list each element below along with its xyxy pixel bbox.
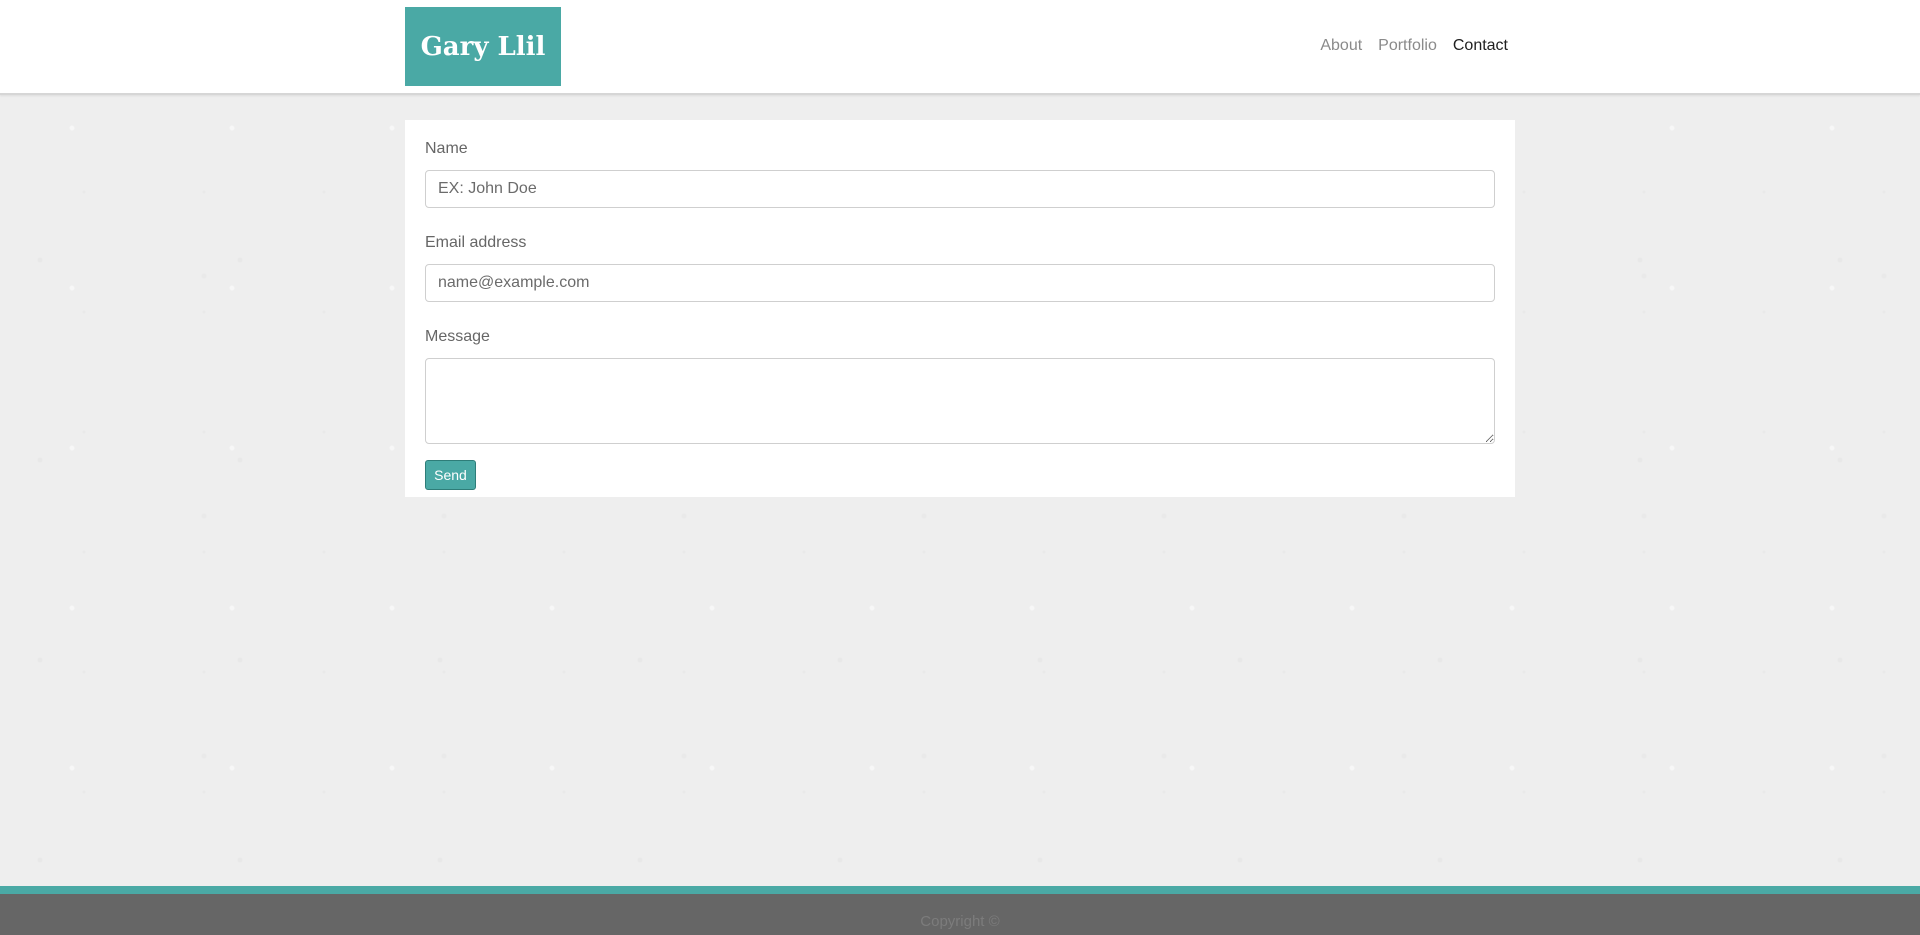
contact-form-panel: Name Email address Message Send — [405, 120, 1515, 497]
email-input[interactable] — [425, 264, 1495, 302]
email-label: Email address — [425, 234, 527, 251]
message-textarea[interactable] — [425, 358, 1495, 444]
message-label: Message — [425, 328, 490, 345]
send-button[interactable]: Send — [425, 460, 476, 490]
brand-logo[interactable]: Gary Llil — [405, 7, 561, 86]
name-label: Name — [425, 140, 468, 157]
name-input[interactable] — [425, 170, 1495, 208]
top-navbar: Gary Llil About Portfolio Contact — [0, 0, 1920, 95]
contact-form: Name Email address Message Send — [425, 140, 1495, 490]
nav-link-portfolio[interactable]: Portfolio — [1378, 37, 1437, 55]
footer-accent-bar — [0, 886, 1920, 894]
main-nav: About Portfolio Contact — [1320, 37, 1508, 55]
copyright-text: Copyright © — [920, 913, 1000, 930]
nav-link-about[interactable]: About — [1320, 37, 1362, 55]
nav-link-contact[interactable]: Contact — [1453, 37, 1508, 55]
page-footer: Copyright © — [0, 894, 1920, 935]
